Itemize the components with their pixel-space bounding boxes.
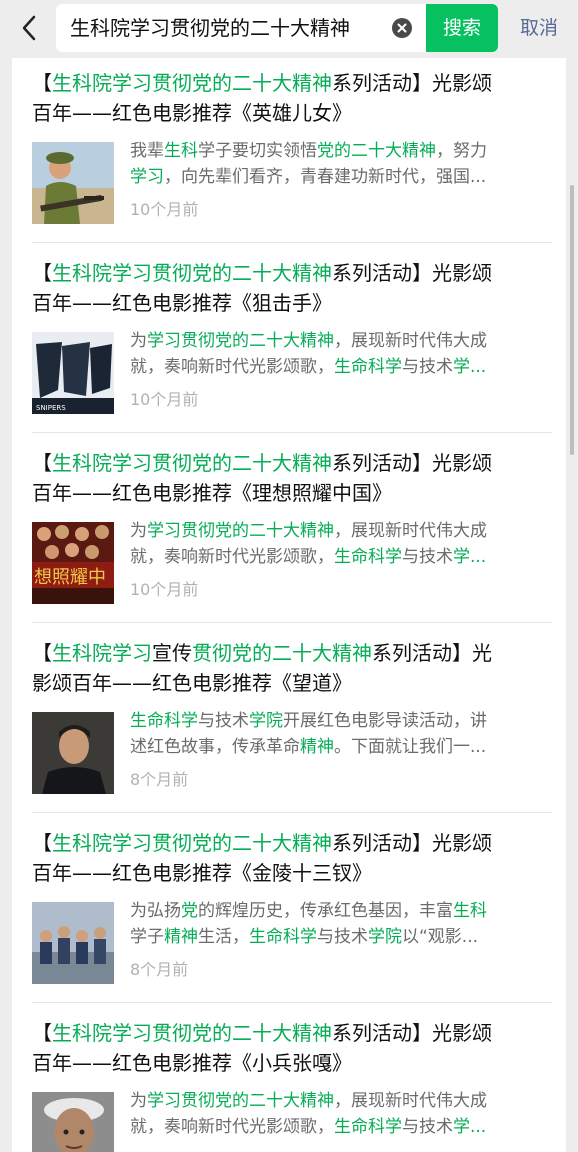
close-icon — [397, 23, 407, 33]
ideal-poster-thumbnail[interactable]: 想照耀中 — [32, 522, 114, 604]
result-title[interactable]: 【生科院学习宣传贯彻党的二十大精神系列活动】光 影颂百年——红色电影推荐《望道》 — [32, 638, 552, 698]
snipers-poster-thumbnail[interactable]: SNIPERS — [32, 332, 114, 414]
result-title[interactable]: 【生科院学习贯彻党的二十大精神系列活动】光影颂 百年——红色电影推荐《理想照耀中国… — [32, 448, 552, 508]
divider — [32, 1002, 552, 1003]
result-time: 8个月前 — [130, 960, 189, 979]
chevron-left-icon — [22, 15, 36, 41]
boy-thumbnail[interactable] — [32, 1092, 114, 1152]
svg-text:SNIPERS: SNIPERS — [36, 404, 66, 412]
result-summary: 我辈生科学子要切实领悟党的二十大精神，努力 学习，向先辈们看齐，青春建功新时代，… — [130, 141, 487, 187]
result-time: 10个月前 — [130, 580, 199, 599]
scrollbar[interactable] — [570, 185, 574, 455]
divider — [32, 812, 552, 813]
result-title[interactable]: 【生科院学习贯彻党的二十大精神系列活动】光影颂 百年——红色电影推荐《小兵张嘎》 — [32, 1018, 552, 1078]
portrait-thumbnail[interactable] — [32, 712, 114, 794]
search-results-list[interactable]: 【生科院学习贯彻党的二十大精神系列活动】光影颂 百年——红色电影推荐《英雄儿女》 … — [12, 58, 566, 1152]
clear-search-button[interactable] — [392, 18, 412, 38]
divider — [32, 432, 552, 433]
svg-text:想照耀中: 想照耀中 — [34, 567, 106, 588]
cancel-button[interactable]: 取消 — [506, 4, 572, 52]
result-summary: 生命科学与技术学院开展红色电影导读活动，讲 述红色故事，传承革命精神。下面就让我… — [130, 711, 487, 757]
search-button[interactable]: 搜索 — [426, 4, 498, 52]
result-title[interactable]: 【生科院学习贯彻党的二十大精神系列活动】光影颂 百年——红色电影推荐《英雄儿女》 — [32, 68, 552, 128]
result-summary: 为学习贯彻党的二十大精神，展现新时代伟大成 就，奏响新时代光影颂歌，生命科学与技… — [130, 331, 487, 377]
result-title[interactable]: 【生科院学习贯彻党的二十大精神系列活动】光影颂 百年——红色电影推荐《狙击手》 — [32, 258, 552, 318]
group-scene-thumbnail[interactable] — [32, 902, 114, 984]
result-summary: 为学习贯彻党的二十大精神，展现新时代伟大成 就，奏响新时代光影颂歌，生命科学与技… — [130, 1091, 487, 1137]
result-time: 8个月前 — [130, 770, 189, 789]
top-bar: 生科院学习贯彻党的二十大精神 搜索 取消 — [0, 0, 578, 56]
result-summary: 为弘扬党的辉煌历史，传承红色基因，丰富生科 学子精神生活，生命科学与技术学院以“… — [130, 901, 487, 947]
back-button[interactable] — [14, 12, 46, 44]
result-summary: 为学习贯彻党的二十大精神，展现新时代伟大成 就，奏响新时代光影颂歌，生命科学与技… — [130, 521, 487, 567]
search-query[interactable]: 生科院学习贯彻党的二十大精神 — [70, 4, 350, 52]
soldier-thumbnail[interactable] — [32, 142, 114, 224]
result-time: 10个月前 — [130, 200, 199, 219]
result-title[interactable]: 【生科院学习贯彻党的二十大精神系列活动】光影颂 百年——红色电影推荐《金陵十三钗》 — [32, 828, 552, 888]
divider — [32, 622, 552, 623]
result-time: 10个月前 — [130, 390, 199, 409]
divider — [32, 242, 552, 243]
search-input[interactable]: 生科院学习贯彻党的二十大精神 — [56, 4, 426, 52]
